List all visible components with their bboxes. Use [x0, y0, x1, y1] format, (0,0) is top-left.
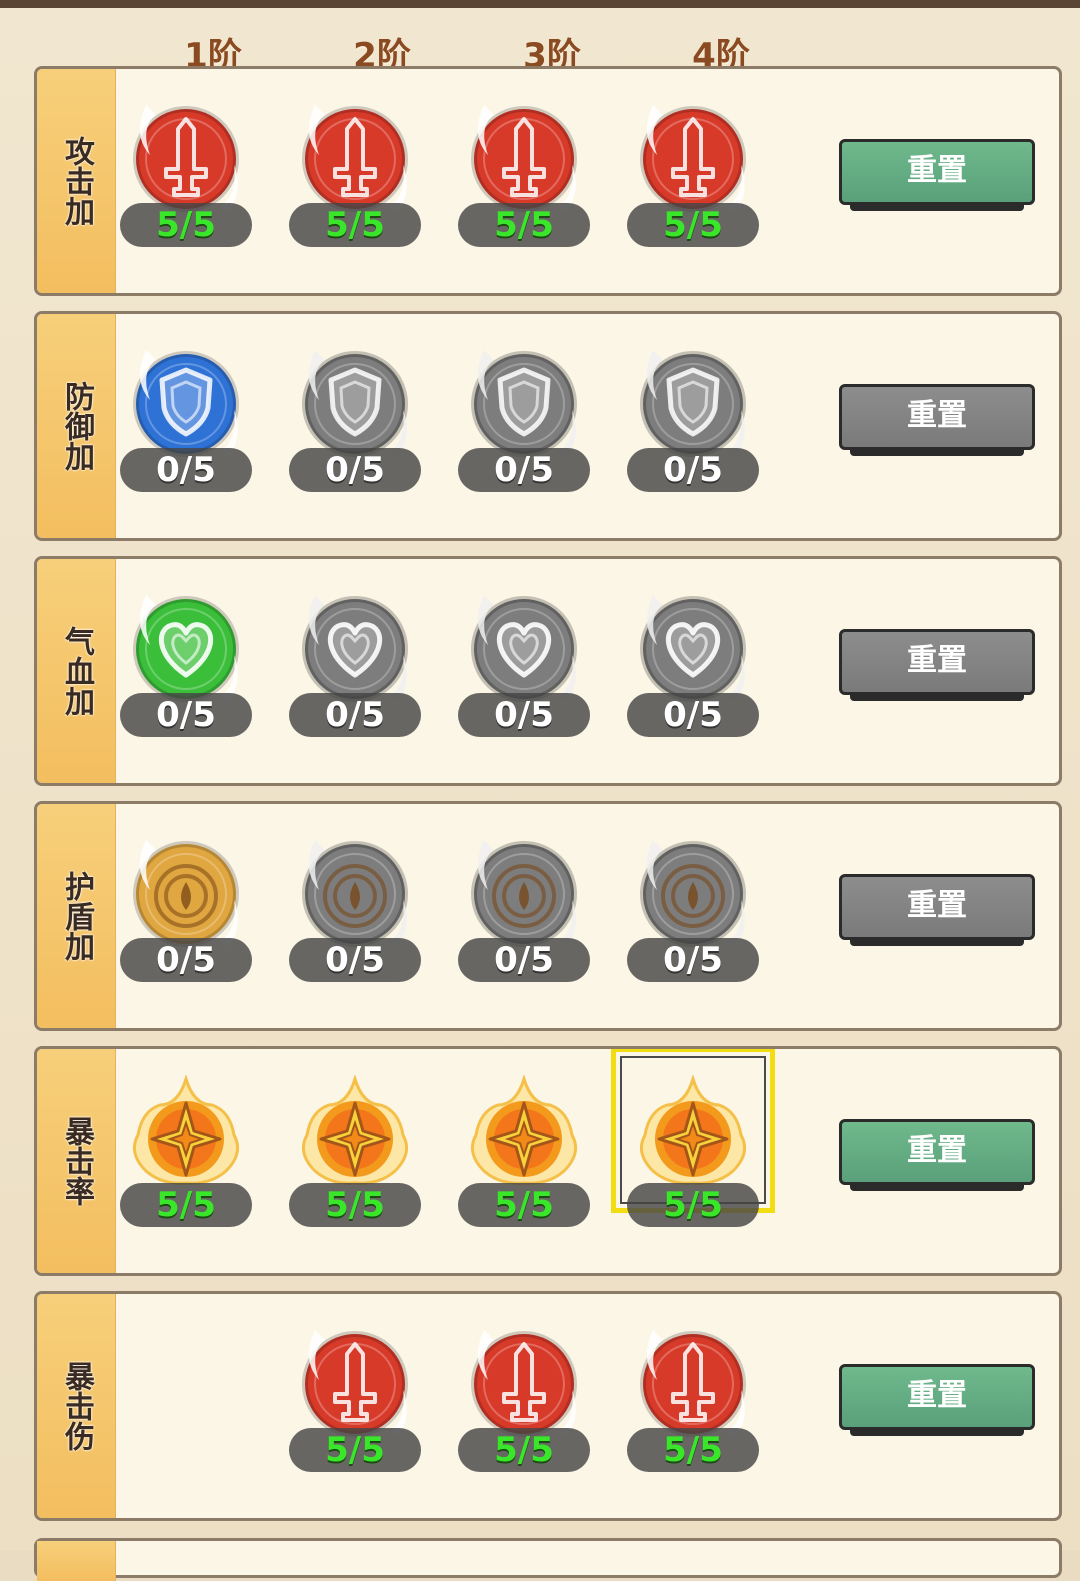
row-label: 暴击率: [59, 1116, 94, 1206]
talent-slot[interactable]: 5/5: [285, 1075, 425, 1255]
reset-button[interactable]: 重置: [839, 384, 1035, 456]
level-count: 0/5: [289, 693, 421, 737]
level-count: 5/5: [289, 1428, 421, 1472]
row-label-bar: 暴击率: [37, 1049, 116, 1273]
talent-slot[interactable]: 0/5: [623, 340, 763, 520]
talent-row: 气血加成 0/5 0/5 0/5 0/5 重置: [34, 556, 1062, 786]
row-label: 暴击伤害: [59, 1361, 94, 1451]
level-count: 5/5: [627, 203, 759, 247]
reset-button[interactable]: 重置: [839, 874, 1035, 946]
talent-slot[interactable]: 0/5: [285, 340, 425, 520]
talent-slot[interactable]: 5/5: [623, 95, 763, 275]
row-label: 攻击加成: [59, 136, 94, 226]
talent-slot[interactable]: 5/5: [454, 1075, 594, 1255]
row-label-bar: 护盾加成: [37, 804, 116, 1028]
talent-slot[interactable]: 0/5: [116, 830, 256, 1010]
level-count: 5/5: [627, 1183, 759, 1227]
talent-slot[interactable]: 0/5: [116, 585, 256, 765]
talent-slot[interactable]: 0/5: [623, 585, 763, 765]
talent-slot[interactable]: 5/5: [116, 95, 256, 275]
talent-slot[interactable]: 5/5: [285, 1320, 425, 1500]
row-label-bar: [37, 1541, 116, 1581]
level-count: 0/5: [627, 938, 759, 982]
reset-button[interactable]: 重置: [839, 139, 1035, 211]
row-label: 护盾加成: [59, 871, 94, 961]
top-bar: [0, 0, 1080, 8]
level-count: 0/5: [289, 448, 421, 492]
level-count: 5/5: [120, 203, 252, 247]
row-label-bar: 攻击加成: [37, 69, 116, 293]
reset-button[interactable]: 重置: [839, 1364, 1035, 1436]
level-count: 0/5: [458, 938, 590, 982]
level-count: 5/5: [289, 1183, 421, 1227]
talent-row: 防御加成 0/5 0/5 0/5 0/5 重置: [34, 311, 1062, 541]
level-count: 5/5: [120, 1183, 252, 1227]
level-count: 0/5: [120, 938, 252, 982]
talent-slot[interactable]: 0/5: [454, 340, 594, 520]
talent-slot[interactable]: 0/5: [623, 830, 763, 1010]
talent-slot[interactable]: 5/5: [623, 1320, 763, 1500]
talent-row: 护盾加成 0/5 0/5 0/5 0/5 重置: [34, 801, 1062, 1031]
level-count: 0/5: [120, 693, 252, 737]
reset-button[interactable]: 重置: [839, 1119, 1035, 1191]
talent-slot[interactable]: 5/5: [454, 95, 594, 275]
talent-slot[interactable]: 0/5: [116, 340, 256, 520]
level-count: 5/5: [458, 1428, 590, 1472]
talent-slot[interactable]: 0/5: [285, 585, 425, 765]
talent-slot[interactable]: 5/5: [116, 1075, 256, 1255]
talent-row: 攻击加成 5/5 5/5 5/5 5/5 重置: [34, 66, 1062, 296]
level-count: 0/5: [458, 693, 590, 737]
talent-slot[interactable]: 0/5: [285, 830, 425, 1010]
level-count: 5/5: [627, 1428, 759, 1472]
level-count: 0/5: [289, 938, 421, 982]
next-row-partial: [34, 1538, 1062, 1581]
talent-slot[interactable]: 0/5: [454, 585, 594, 765]
level-count: 0/5: [627, 448, 759, 492]
level-count: 5/5: [289, 203, 421, 247]
talent-slot[interactable]: 5/5: [285, 95, 425, 275]
talent-slot[interactable]: 0/5: [454, 830, 594, 1010]
talent-slot[interactable]: 5/5: [611, 1049, 775, 1255]
row-label: 气血加成: [59, 626, 94, 716]
level-count: 5/5: [458, 1183, 590, 1227]
row-label-bar: 暴击伤害: [37, 1294, 116, 1518]
level-count: 5/5: [458, 203, 590, 247]
row-label-bar: 气血加成: [37, 559, 116, 783]
row-label-bar: 防御加成: [37, 314, 116, 538]
talent-row: 暴击率 5/5 5/5 5/5 5/5 重置: [34, 1046, 1062, 1276]
talent-row: 暴击伤害 5/5 5/5 5/5 重置: [34, 1291, 1062, 1521]
level-count: 0/5: [627, 693, 759, 737]
row-label: 防御加成: [59, 381, 94, 471]
talent-slot[interactable]: 5/5: [454, 1320, 594, 1500]
reset-button[interactable]: 重置: [839, 629, 1035, 701]
level-count: 0/5: [458, 448, 590, 492]
level-count: 0/5: [120, 448, 252, 492]
